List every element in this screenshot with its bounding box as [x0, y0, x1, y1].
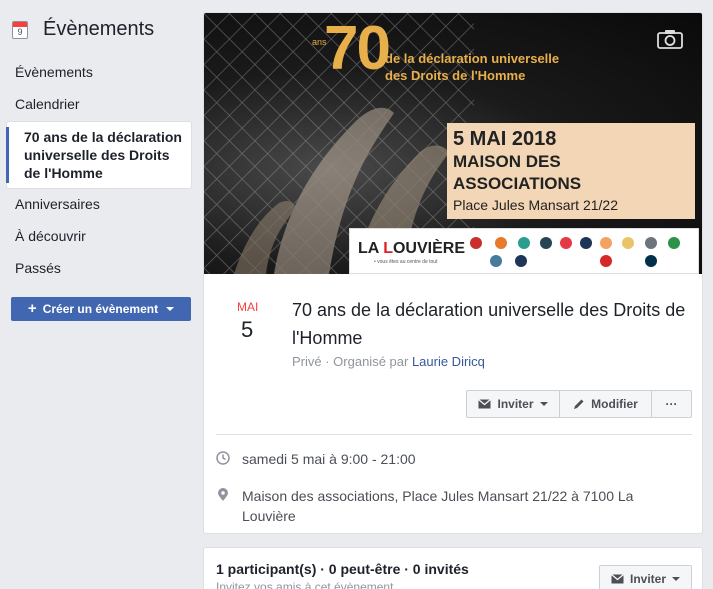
partner-logo — [495, 237, 507, 249]
more-icon: ··· — [665, 397, 678, 411]
logo-subtitle: • vous êtes au centre de tout — [374, 259, 438, 265]
invite-friends-button[interactable]: Inviter — [599, 565, 692, 589]
plus-icon: + — [27, 300, 37, 317]
invite-label: Inviter — [497, 397, 534, 411]
cover-line2: des Droits de l'Homme — [385, 68, 526, 83]
invite-button[interactable]: Inviter — [466, 390, 560, 418]
event-day: 5 — [241, 317, 254, 342]
envelope-icon — [478, 399, 492, 409]
partner-logo — [645, 237, 657, 249]
guests-card: 1 participant(s) · 0 peut-être · 0 invit… — [203, 547, 703, 589]
envelope-icon — [611, 574, 624, 584]
create-event-label: Créer un évènement — [42, 302, 159, 316]
chevron-down-icon — [539, 402, 548, 406]
sidebar-header: 9 Évènements — [12, 18, 154, 41]
partner-logo — [560, 237, 572, 249]
event-card: ans 70 de la déclaration universelle des… — [203, 12, 703, 534]
event-time-row: samedi 5 mai à 9:00 - 21:00 — [216, 449, 416, 469]
event-title: 70 ans de la déclaration universelle des… — [292, 300, 686, 348]
clock-icon — [216, 451, 230, 465]
cover-address: Place Jules Mansart 21/22 — [453, 197, 618, 213]
partner-logo — [518, 237, 530, 249]
sidebar-item-current-event[interactable]: 70 ans de la déclaration universelle des… — [6, 121, 192, 189]
event-time: samedi 5 mai à 9:00 - 21:00 — [242, 451, 416, 467]
event-cover-image: ans 70 de la déclaration universelle des… — [204, 13, 702, 274]
calendar-icon: 9 — [12, 20, 28, 39]
partner-logo — [600, 237, 612, 249]
cover-big-number: 70 — [324, 14, 391, 83]
la-louviere-logo: LA LOUVIÈRE — [358, 240, 465, 258]
sidebar-item-events[interactable]: Évènements — [15, 63, 93, 81]
partner-logo — [580, 237, 592, 249]
sidebar-item-past[interactable]: Passés — [15, 259, 61, 277]
partner-logo — [490, 255, 502, 267]
guest-stats[interactable]: 1 participant(s) · 0 peut-être · 0 invit… — [216, 561, 469, 577]
partner-logo — [540, 237, 552, 249]
logo-text-a: LA — [358, 240, 384, 257]
location-pin-icon — [218, 488, 228, 501]
partner-logos: LA LOUVIÈRE • vous êtes au centre de tou… — [349, 228, 699, 274]
partner-logo — [470, 237, 482, 249]
create-event-button[interactable]: + Créer un évènement — [11, 297, 191, 321]
partner-logo — [645, 255, 657, 267]
partner-logo — [515, 255, 527, 267]
pencil-icon — [574, 399, 584, 409]
chevron-down-icon — [672, 577, 680, 581]
divider — [216, 434, 692, 435]
partner-logo — [622, 237, 634, 249]
event-month: MAI — [237, 300, 259, 314]
partner-logo — [668, 237, 680, 249]
guest-hint: Invitez vos amis à cet évènement — [216, 580, 394, 589]
logo-text-b: L — [383, 240, 393, 257]
more-options-button[interactable]: ··· — [651, 390, 692, 418]
edit-button[interactable]: Modifier — [559, 390, 652, 418]
calendar-icon-day: 9 — [17, 26, 23, 37]
edit-label: Modifier — [591, 397, 638, 411]
event-location-row: Maison des associations, Place Jules Man… — [216, 486, 646, 526]
sidebar-item-birthdays[interactable]: Anniversaires — [15, 195, 100, 213]
sidebar-item-calendar[interactable]: Calendrier — [15, 95, 80, 113]
logo-text-c: OUVIÈRE — [392, 240, 465, 257]
camera-icon[interactable] — [657, 29, 683, 49]
event-location[interactable]: Maison des associations, Place Jules Man… — [242, 486, 646, 526]
sidebar-title: Évènements — [43, 18, 155, 40]
sidebar-item-discover[interactable]: À découvrir — [15, 227, 86, 245]
privacy-text: Privé · Organisé par — [292, 354, 412, 369]
cover-date-block: 5 MAI 2018 MAISON DES ASSOCIATIONS Place… — [447, 123, 695, 219]
cover-date: 5 MAI 2018 — [453, 128, 557, 150]
event-privacy: Privé · Organisé par Laurie Diricq — [292, 354, 485, 369]
cover-line1: de la déclaration universelle — [385, 51, 560, 66]
chevron-down-icon — [166, 307, 175, 311]
cover-venue: MAISON DES ASSOCIATIONS — [453, 152, 582, 193]
organizer-link[interactable]: Laurie Diricq — [412, 354, 485, 369]
partner-logo — [600, 255, 612, 267]
invite-label: Inviter — [629, 572, 666, 586]
